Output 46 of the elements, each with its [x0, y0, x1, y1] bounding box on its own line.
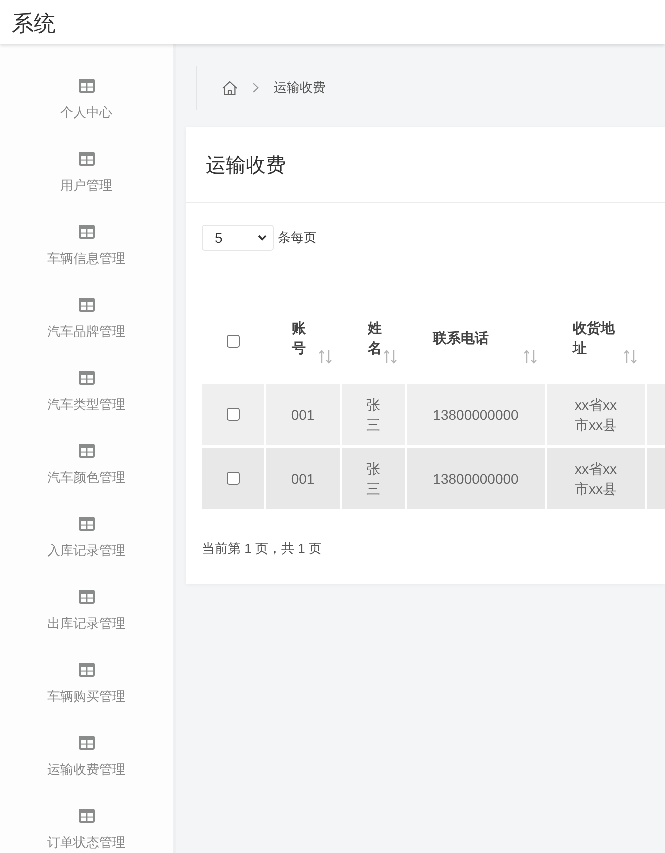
chevron-right-icon [253, 83, 259, 93]
row-checkbox[interactable] [226, 408, 240, 421]
table-cell: 张三 [342, 384, 405, 445]
chevron-down-icon [258, 235, 267, 241]
column-header[interactable]: 账号 [266, 312, 340, 370]
row-checkbox[interactable] [226, 472, 240, 485]
table-icon [78, 371, 94, 385]
table-cell: xx省xx市xx县 [547, 384, 645, 445]
table-cell: 001 [266, 384, 340, 445]
sidebar-item[interactable]: 运输收费管理 [0, 707, 173, 780]
table-icon [78, 444, 94, 458]
sidebar-item[interactable]: 用户管理 [0, 123, 173, 196]
table-cell: 001 [266, 448, 340, 509]
table-icon [78, 590, 94, 604]
page-size-select[interactable]: 5 [202, 225, 274, 251]
table-cell: 13800000000 [407, 384, 545, 445]
table-icon [78, 79, 94, 93]
column-header[interactable]: 收货地址 [547, 312, 645, 370]
select-all-checkbox[interactable] [226, 334, 240, 348]
sidebar-item[interactable]: 车辆购买管理 [0, 634, 173, 707]
table-icon [78, 298, 94, 312]
sidebar-item[interactable]: 出库记录管理 [0, 561, 173, 634]
sidebar-item[interactable]: 订单状态管理 [0, 780, 173, 853]
table-cell: 张三 [342, 448, 405, 509]
page-title: 运输收费 [205, 154, 287, 179]
table-icon [78, 736, 94, 750]
breadcrumb-current: 运输收费 [274, 79, 326, 97]
app-title: 系统 [12, 12, 56, 36]
page-size-label: 条每页 [278, 229, 317, 247]
sidebar-item[interactable]: 汽车颜色管理 [0, 415, 173, 488]
sidebar-item[interactable]: 汽车类型管理 [0, 342, 173, 415]
table-icon [78, 225, 94, 239]
table-icon [78, 663, 94, 677]
sidebar-item[interactable]: 汽车品牌管理 [0, 269, 173, 342]
table-cell: xx省xx市xx县 [547, 448, 645, 509]
sidebar-item[interactable]: 个人中心 [0, 50, 173, 123]
pagination-info: 当前第 1 页，共 1 页 [202, 540, 322, 558]
table-icon [78, 517, 94, 531]
table-icon [78, 809, 94, 823]
table-cell: 13800000000 [407, 448, 545, 509]
table-icon [78, 152, 94, 166]
column-header[interactable]: 姓名 [342, 312, 405, 370]
home-icon[interactable] [222, 80, 238, 96]
sidebar-item[interactable]: 入库记录管理 [0, 488, 173, 561]
sidebar-item[interactable]: 车辆信息管理 [0, 196, 173, 269]
column-header[interactable]: 联系电话 [407, 312, 545, 370]
